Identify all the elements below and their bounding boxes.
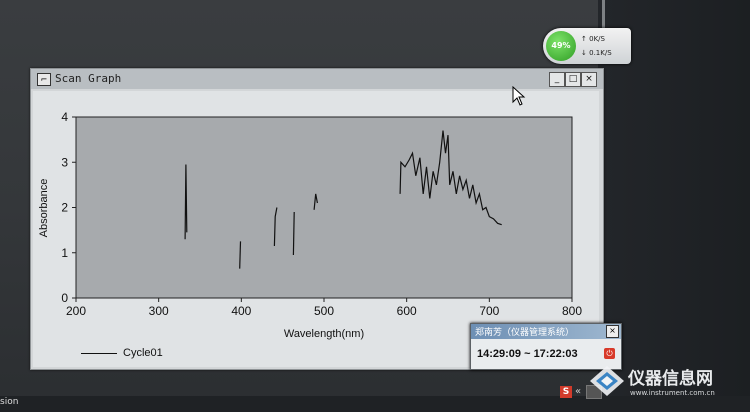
tray-expand-icon[interactable]: « <box>575 386 581 397</box>
x-tick-label: 300 <box>149 304 169 318</box>
y-tick-label: 0 <box>61 291 68 305</box>
timer-close-button[interactable]: × <box>606 325 619 338</box>
x-tick-label: 700 <box>479 304 499 318</box>
mouse-pointer-icon <box>512 86 526 106</box>
legend-series-name: Cycle01 <box>123 347 163 359</box>
download-speed-value: 0.1K/S <box>589 49 612 57</box>
watermark-logo-icon <box>590 366 624 396</box>
taskbar-item[interactable]: sion <box>0 397 18 407</box>
x-tick-label: 800 <box>562 304 582 318</box>
y-axis-label: Absorbance <box>38 179 50 238</box>
power-icon[interactable]: ⏻ <box>604 348 615 359</box>
plot-area <box>75 116 573 299</box>
x-tick-label: 200 <box>66 304 86 318</box>
watermark-url: www.instrument.com.cn <box>630 389 715 397</box>
timer-popup-titlebar[interactable]: 郑南芳（仪器管理系统） × <box>471 324 621 339</box>
series-line-segment <box>239 241 242 269</box>
session-time-range: 14:29:09 ~ 17:22:03 <box>477 348 578 360</box>
x-axis-label: Wavelength(nm) <box>284 328 364 340</box>
chart-legend: Cycle01 <box>81 347 163 359</box>
timer-popup: 郑南芳（仪器管理系统） × 14:29:09 ~ 17:22:03 ⏻ <box>470 323 622 370</box>
tray-s-icon[interactable]: S <box>560 386 572 398</box>
upload-speed-value: 0K/S <box>589 35 605 43</box>
network-usage-gauge: 49% <box>546 31 576 61</box>
download-speed: ↓ 0.1K/S <box>581 49 612 57</box>
x-tick-label: 500 <box>314 304 334 318</box>
y-tick-label: 4 <box>61 110 68 124</box>
y-tick-label: 2 <box>61 201 68 215</box>
taskbar <box>0 396 750 412</box>
network-monitor-widget[interactable]: 49% ↑ 0K/S ↓ 0.1K/S <box>543 28 631 64</box>
y-tick-label: 3 <box>61 155 68 169</box>
watermark-text: 仪器信息网 <box>628 369 713 389</box>
y-tick-label: 1 <box>61 246 68 260</box>
legend-line-swatch <box>81 352 117 354</box>
x-tick-label: 600 <box>397 304 417 318</box>
upload-speed: ↑ 0K/S <box>581 35 605 43</box>
download-arrow-icon: ↓ <box>581 49 587 57</box>
series-line-segment <box>292 211 295 256</box>
x-tick-label: 400 <box>231 304 251 318</box>
timer-popup-title: 郑南芳（仪器管理系统） <box>475 328 575 338</box>
upload-arrow-icon: ↑ <box>581 35 587 43</box>
